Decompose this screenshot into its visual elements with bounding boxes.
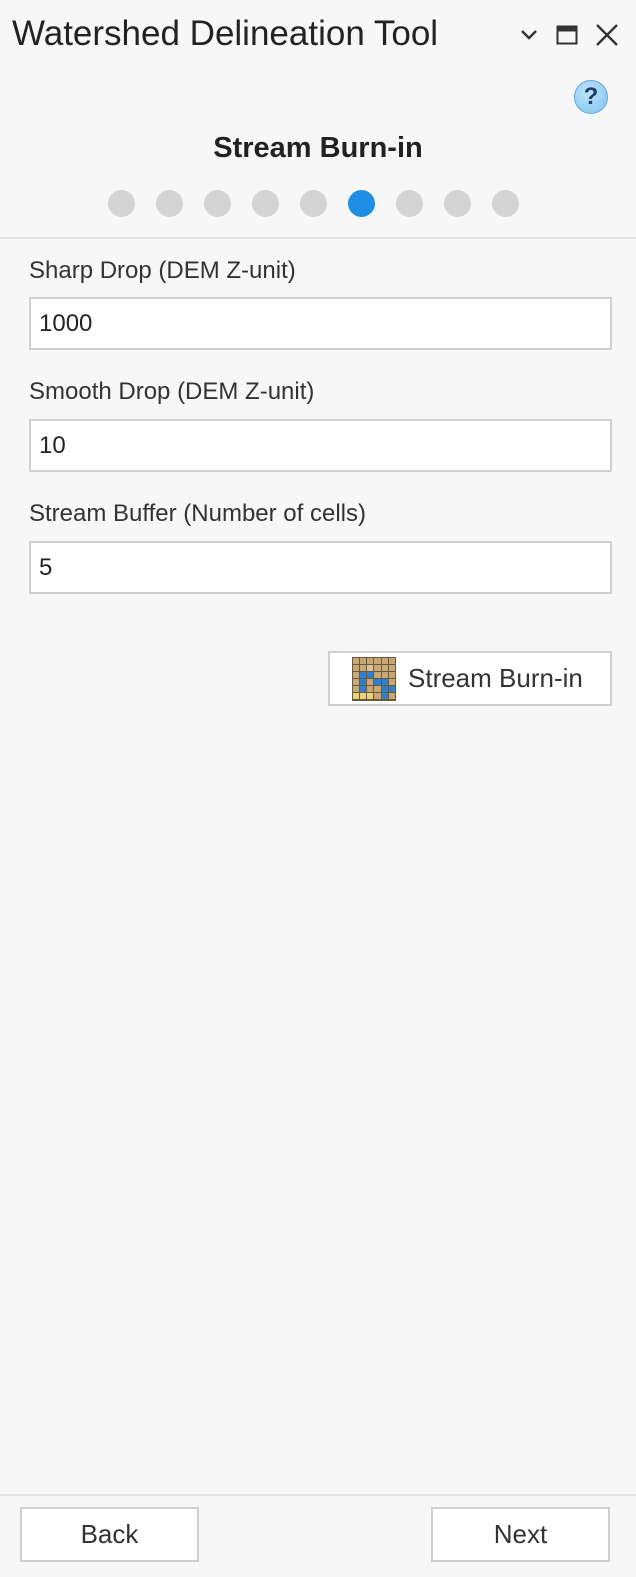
raster-cell — [353, 693, 360, 700]
raster-cell — [367, 671, 374, 678]
step-dot[interactable] — [156, 190, 183, 217]
raster-cell — [353, 671, 360, 678]
back-button[interactable]: Back — [20, 1507, 199, 1562]
raster-cell — [388, 664, 395, 671]
step-dot[interactable] — [108, 190, 135, 217]
raster-cell — [388, 678, 395, 686]
raster-cell — [360, 664, 367, 671]
raster-cell — [374, 693, 381, 700]
raster-cell — [353, 664, 360, 671]
maximize-icon[interactable] — [552, 18, 582, 52]
stream-burn-in-label: Stream Burn-in — [408, 663, 583, 693]
close-icon[interactable] — [592, 18, 622, 52]
stream-burn-in-button[interactable]: Stream Burn-in — [328, 651, 612, 706]
raster-cell — [381, 686, 388, 693]
sharp-drop-label: Sharp Drop (DEM Z-unit) — [29, 257, 296, 284]
step-dot-active[interactable] — [348, 190, 375, 217]
raster-cell — [381, 664, 388, 671]
step-dot[interactable] — [444, 190, 471, 217]
step-dot[interactable] — [492, 190, 519, 217]
raster-cell — [374, 686, 381, 693]
sharp-drop-input[interactable] — [29, 297, 612, 350]
window-title: Watershed Delineation Tool — [12, 14, 439, 53]
stream-buffer-label: Stream Buffer (Number of cells) — [29, 500, 366, 527]
raster-cell — [367, 686, 374, 693]
step-dot[interactable] — [252, 190, 279, 217]
stream-buffer-input[interactable] — [29, 541, 612, 594]
raster-cell — [367, 693, 374, 700]
raster-cell — [381, 671, 388, 678]
raster-cell — [374, 678, 381, 686]
raster-cell — [360, 693, 367, 700]
raster-cell — [388, 671, 395, 678]
raster-cell — [388, 686, 395, 693]
raster-cell — [374, 664, 381, 671]
chevron-down-icon[interactable] — [514, 18, 544, 52]
smooth-drop-label: Smooth Drop (DEM Z-unit) — [29, 378, 315, 405]
smooth-drop-input[interactable] — [29, 419, 612, 472]
raster-cell — [374, 657, 381, 664]
raster-cell — [360, 686, 367, 693]
raster-cell — [367, 664, 374, 671]
header-divider — [0, 237, 636, 239]
raster-cell — [367, 678, 374, 686]
raster-cell — [381, 678, 388, 686]
title-bar: Watershed Delineation Tool — [0, 0, 636, 72]
help-icon[interactable]: ? — [574, 80, 608, 114]
raster-cell — [367, 657, 374, 664]
next-button[interactable]: Next — [431, 1507, 610, 1562]
step-indicator — [108, 190, 519, 217]
raster-cell — [353, 657, 360, 664]
raster-cell — [388, 657, 395, 664]
raster-cell — [353, 678, 360, 686]
raster-cell — [381, 657, 388, 664]
raster-cell — [360, 657, 367, 664]
raster-cell — [381, 693, 388, 700]
raster-cell — [374, 671, 381, 678]
raster-cell — [353, 686, 360, 693]
footer-divider — [0, 1494, 636, 1496]
step-dot[interactable] — [300, 190, 327, 217]
step-dot[interactable] — [204, 190, 231, 217]
raster-cell — [360, 671, 367, 678]
raster-cell — [388, 693, 395, 700]
step-dot[interactable] — [396, 190, 423, 217]
step-title: Stream Burn-in — [213, 132, 423, 164]
raster-cell — [360, 678, 367, 686]
raster-grid-icon — [352, 656, 396, 701]
